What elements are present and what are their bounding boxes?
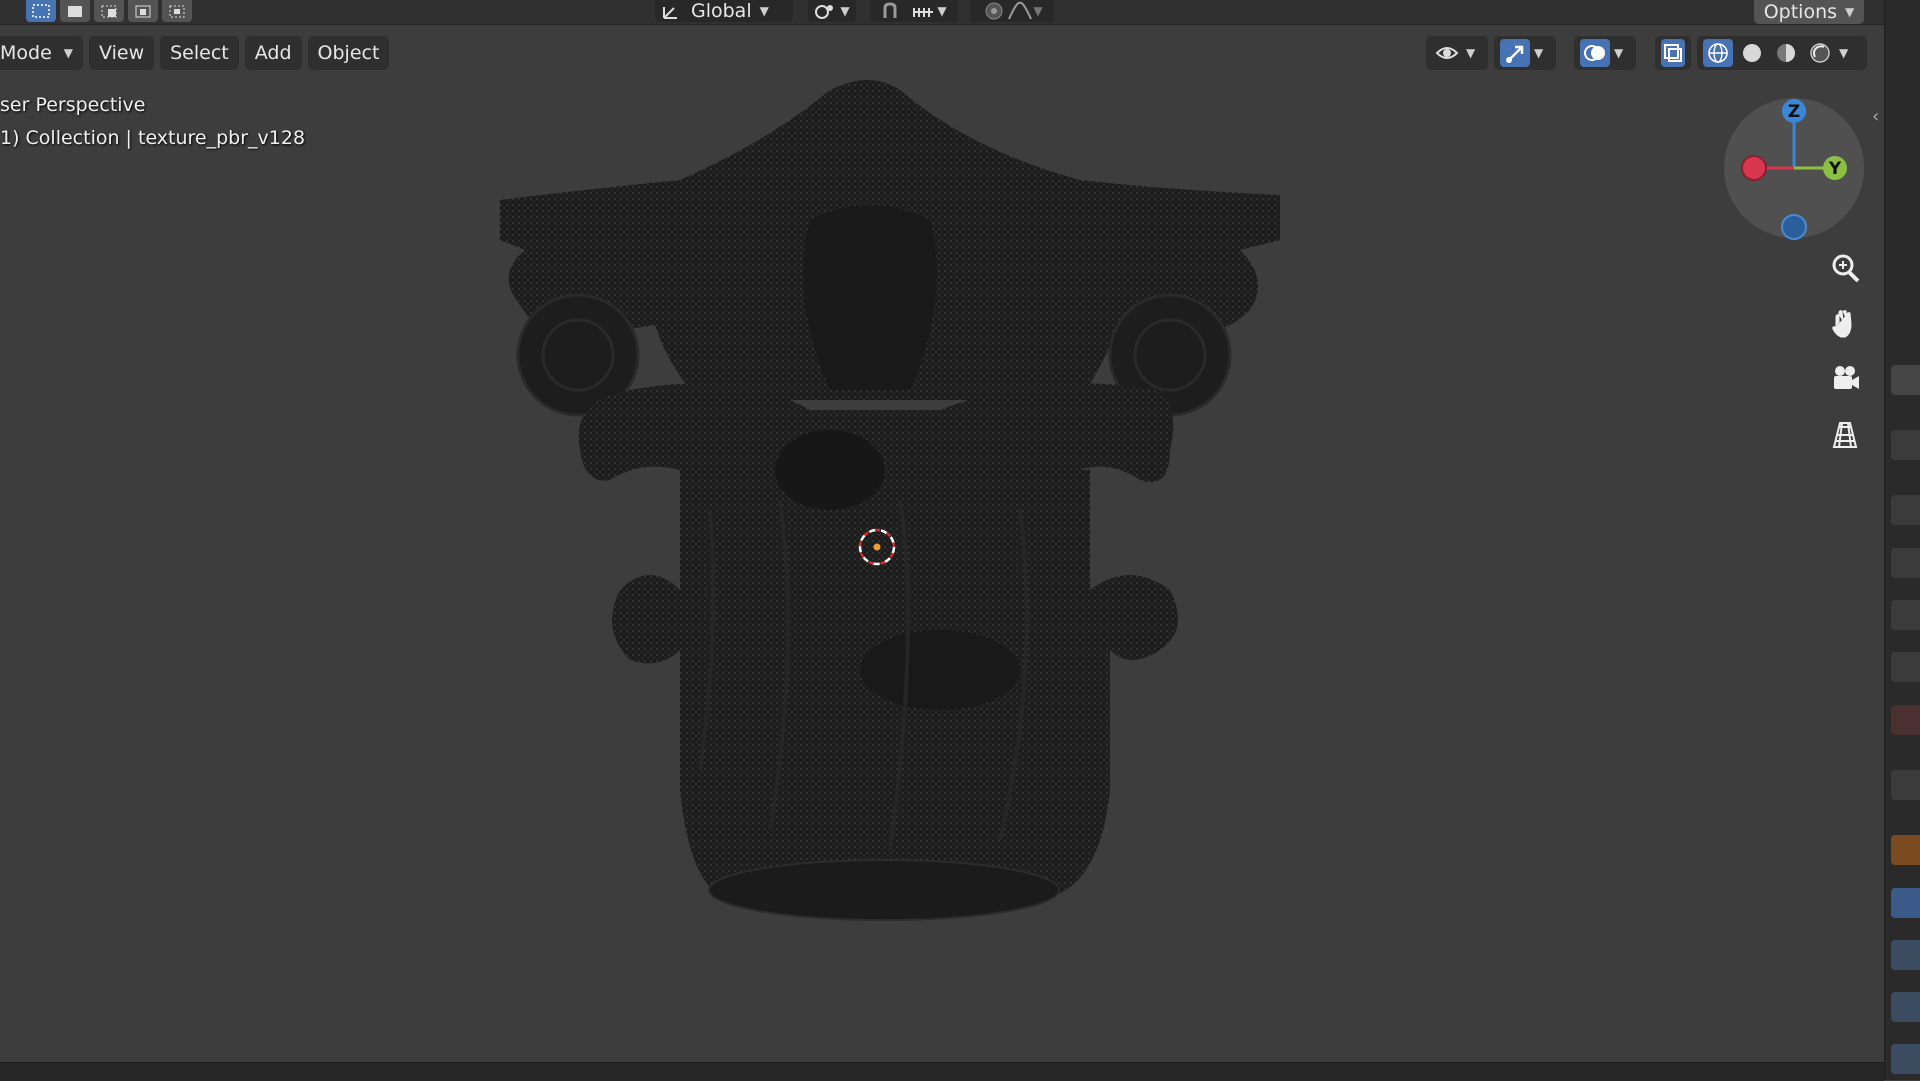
world-tab-icon[interactable] bbox=[1891, 705, 1920, 735]
properties-tab-strip bbox=[1884, 0, 1920, 1080]
solid-shading-icon[interactable] bbox=[1737, 39, 1767, 67]
select-mode-group bbox=[26, 0, 192, 22]
collapse-sidebar-icon[interactable]: ‹ bbox=[1872, 106, 1879, 127]
orientation-icon bbox=[663, 7, 677, 19]
camera-icon[interactable] bbox=[1825, 359, 1865, 399]
viewport-menu-bar: Mode ▼ View Select Add Object bbox=[0, 36, 390, 70]
constraints-tab-icon[interactable] bbox=[1891, 1044, 1920, 1074]
tool-tab-icon[interactable] bbox=[1891, 430, 1920, 460]
tool-header: Global ▼ ▼ ▼ ▼ Options ▼ bbox=[0, 0, 1884, 25]
transform-pivot-icon[interactable]: ▼ bbox=[808, 0, 856, 22]
zoom-icon[interactable] bbox=[1825, 248, 1865, 288]
mode-dropdown[interactable]: Mode ▼ bbox=[0, 36, 84, 70]
chevron-down-icon: ▼ bbox=[759, 4, 769, 18]
rendered-shading-icon[interactable] bbox=[1805, 39, 1835, 67]
chevron-down-icon[interactable]: ▼ bbox=[1839, 46, 1848, 60]
particles-tab-icon[interactable] bbox=[1891, 940, 1920, 970]
object-tab-icon[interactable] bbox=[1891, 835, 1920, 865]
gizmo-icon bbox=[1500, 39, 1530, 67]
menu-add[interactable]: Add bbox=[244, 36, 302, 70]
view-name-label: ser Perspective bbox=[0, 94, 146, 116]
select-subtract-icon[interactable] bbox=[94, 0, 124, 22]
gizmo-z-label: Z bbox=[1788, 102, 1800, 122]
menu-object[interactable]: Object bbox=[307, 36, 390, 70]
menu-view[interactable]: View bbox=[89, 36, 155, 70]
gizmo-y-label: Y bbox=[1828, 159, 1842, 179]
select-invert-icon[interactable] bbox=[128, 0, 158, 22]
options-label: Options bbox=[1763, 1, 1838, 23]
visibility-dropdown[interactable]: ▼ bbox=[1426, 36, 1488, 70]
orientation-label: Global bbox=[691, 0, 752, 22]
shading-mode-group: ▼ bbox=[1697, 36, 1867, 70]
gizmo-toggle[interactable]: ▼ bbox=[1494, 36, 1556, 70]
status-bar bbox=[0, 1062, 1884, 1081]
options-dropdown[interactable]: Options ▼ bbox=[1754, 0, 1864, 24]
modifier-tab-icon[interactable] bbox=[1891, 888, 1920, 918]
snap-icon[interactable]: ▼ bbox=[870, 0, 958, 22]
overlay-toggle[interactable]: ▼ bbox=[1574, 36, 1636, 70]
scene-tab-icon[interactable] bbox=[1891, 652, 1920, 682]
visibility-icon bbox=[1432, 39, 1462, 67]
chevron-down-icon: ▼ bbox=[63, 46, 74, 60]
3d-cursor-icon[interactable] bbox=[856, 526, 898, 568]
output-tab-icon[interactable] bbox=[1891, 548, 1920, 578]
mode-label: Mode bbox=[0, 42, 52, 64]
hand-pan-icon[interactable] bbox=[1825, 304, 1865, 344]
collection-tab-icon[interactable] bbox=[1891, 770, 1920, 800]
view-layer-tab-icon[interactable] bbox=[1891, 600, 1920, 630]
proportional-edit-icon[interactable]: ▼ bbox=[970, 0, 1054, 22]
transform-orientation-dropdown[interactable]: Global ▼ bbox=[655, 0, 793, 22]
xray-icon bbox=[1661, 39, 1685, 67]
render-tab-icon[interactable] bbox=[1891, 495, 1920, 525]
select-extend-icon[interactable] bbox=[60, 0, 90, 22]
menu-select[interactable]: Select bbox=[160, 36, 239, 70]
material-shading-icon[interactable] bbox=[1771, 39, 1801, 67]
tool-settings-tab-icon[interactable] bbox=[1891, 365, 1920, 395]
select-intersect-icon[interactable] bbox=[162, 0, 192, 22]
grid-ortho-icon[interactable] bbox=[1825, 414, 1865, 454]
xray-toggle[interactable] bbox=[1655, 36, 1691, 70]
collection-info-label: 1) Collection | texture_pbr_v128 bbox=[0, 127, 306, 149]
chevron-down-icon: ▼ bbox=[1845, 5, 1855, 19]
3d-model-corinthian-capital[interactable] bbox=[480, 70, 1300, 950]
select-box-icon[interactable] bbox=[26, 0, 56, 22]
physics-tab-icon[interactable] bbox=[1891, 992, 1920, 1022]
navigation-gizmo[interactable]: Z Y bbox=[1722, 94, 1866, 244]
wireframe-shading-icon[interactable] bbox=[1703, 39, 1733, 67]
overlay-icon bbox=[1580, 39, 1610, 67]
